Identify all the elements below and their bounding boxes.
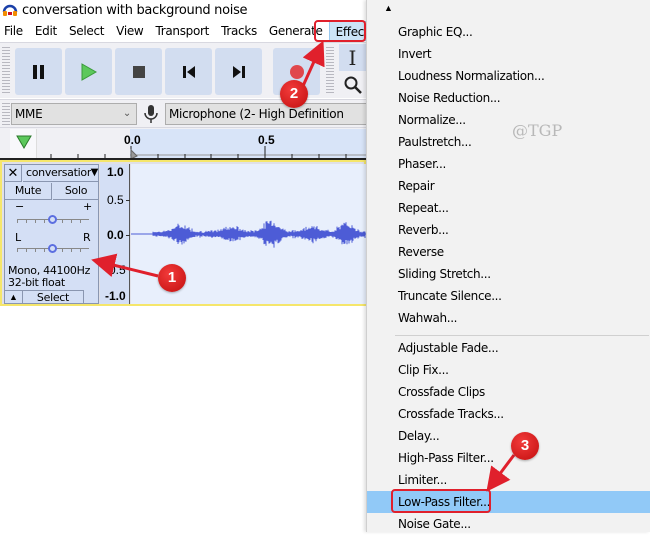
microphone-icon (143, 104, 159, 127)
menu-item-truncate-silence[interactable]: Truncate Silence... (367, 285, 650, 307)
step-3-badge: 3 (511, 432, 539, 460)
collapse-track-button[interactable]: ▲ (5, 290, 23, 304)
menu-item-limiter[interactable]: Limiter... (367, 469, 650, 491)
menu-item-crossfade-clips[interactable]: Crossfade Clips (367, 381, 650, 403)
recording-device-value: Microphone (2- High Definition (169, 107, 344, 121)
step-2-badge: 2 (280, 80, 308, 108)
timeline-ruler[interactable]: 0.0 0.5 (0, 127, 366, 160)
menu-item-normalize[interactable]: Normalize... (367, 109, 650, 131)
pan-right-label: R (83, 231, 91, 244)
menu-select[interactable]: Select (63, 21, 110, 41)
selection-tool-button[interactable]: I (339, 44, 366, 71)
menu-item-repeat[interactable]: Repeat... (367, 197, 650, 219)
menu-item-wahwah[interactable]: Wahwah... (367, 307, 650, 329)
gain-minus-label: − (15, 200, 24, 213)
pause-button[interactable] (15, 48, 62, 95)
track-name: conversation (26, 166, 94, 179)
recording-device-select[interactable]: Microphone (2- High Definition (165, 103, 366, 125)
audio-host-value: MME (15, 107, 43, 121)
play-button[interactable] (65, 48, 112, 95)
scale-label: -1.0 (105, 289, 126, 303)
step-1-badge: 1 (158, 264, 186, 292)
toolbar-grip[interactable] (2, 47, 10, 95)
menu-view[interactable]: View (110, 21, 149, 41)
stop-button[interactable] (115, 48, 162, 95)
skip-to-start-button[interactable] (165, 48, 212, 95)
menu-item-reverse[interactable]: Reverse (367, 241, 650, 263)
skip-to-end-button[interactable] (215, 48, 262, 95)
gain-plus-label: + (83, 200, 92, 213)
scale-label: 0.0 (107, 228, 124, 242)
solo-button[interactable]: Solo (53, 183, 99, 200)
menu-tracks[interactable]: Tracks (215, 21, 263, 41)
menu-item-adjustable-fade[interactable]: Adjustable Fade... (367, 337, 650, 359)
close-track-button[interactable]: ✕ (5, 165, 22, 182)
pause-icon (32, 64, 44, 79)
audacity-logo-icon (2, 3, 18, 17)
skip-to-end-icon (232, 65, 245, 78)
menu-item-graphic-eq[interactable]: Graphic EQ... (367, 21, 650, 43)
device-toolbar: MME ⌄ Microphone (2- High Definition (0, 99, 366, 127)
select-track-button[interactable]: Select (23, 290, 84, 304)
menu-item-paulstretch[interactable]: Paulstretch... (367, 131, 650, 153)
triangle-up-icon: ▲ (9, 292, 18, 302)
menu-item-high-pass-filter[interactable]: High-Pass Filter... (367, 447, 650, 469)
amplitude-ruler: 1.0 0.5 0.0 -0.5 -1.0 (100, 164, 130, 304)
menu-item-invert[interactable]: Invert (367, 43, 650, 65)
pan-slider-thumb[interactable] (48, 244, 57, 253)
menu-file[interactable]: File (0, 21, 29, 41)
selection-tool-icon: I (348, 45, 357, 70)
zoom-icon (344, 76, 362, 94)
scale-label: 1.0 (107, 165, 124, 179)
menu-item-crossfade-tracks[interactable]: Crossfade Tracks... (367, 403, 650, 425)
scale-label: -0.5 (105, 263, 126, 277)
triangle-down-icon: ▼ (90, 165, 98, 181)
device-toolbar-grip[interactable] (2, 103, 10, 125)
menu-item-delay[interactable]: Delay... (367, 425, 650, 447)
menu-item-clip-fix[interactable]: Clip Fix... (367, 359, 650, 381)
menu-item-noise-reduction[interactable]: Noise Reduction... (367, 87, 650, 109)
ruler-ticks (50, 146, 366, 160)
track-bit-depth-info: 32-bit float (8, 276, 65, 289)
menu-item-sliding-stretch[interactable]: Sliding Stretch... (367, 263, 650, 285)
track-name-menu[interactable]: conversation ▼ (23, 165, 99, 182)
low-pass-highlight-box (391, 489, 491, 513)
menu-bar: File Edit Select View Transport Tracks G… (0, 21, 376, 41)
stop-icon (132, 65, 145, 78)
mute-button[interactable]: Mute (5, 183, 52, 200)
menu-item-loudness-normalization[interactable]: Loudness Normalization... (367, 65, 650, 87)
menu-item-repair[interactable]: Repair (367, 175, 650, 197)
close-icon: ✕ (7, 165, 19, 180)
effect-menu-highlight-box (314, 20, 366, 42)
skip-to-start-icon (182, 65, 195, 78)
watermark: @TGP (512, 121, 563, 140)
menu-item-reverb[interactable]: Reverb... (367, 219, 650, 241)
play-icon (81, 62, 97, 81)
menu-scroll-up-arrow[interactable]: ▲ (384, 3, 393, 13)
chevron-down-icon: ⌄ (122, 108, 131, 119)
menu-edit[interactable]: Edit (29, 21, 63, 41)
menu-item-phaser[interactable]: Phaser... (367, 153, 650, 175)
audio-host-select[interactable]: MME ⌄ (11, 103, 137, 125)
zoom-tool-button[interactable] (339, 72, 366, 97)
tools-grip[interactable] (326, 47, 334, 95)
effect-menu: ▲ Graphic EQ... Invert Loudness Normalizat… (366, 0, 650, 532)
audacity-window: conversation with background noise File … (0, 0, 376, 532)
gain-slider[interactable] (17, 215, 89, 226)
gain-slider-thumb[interactable] (48, 215, 57, 224)
menu-transport[interactable]: Transport (149, 21, 215, 41)
pan-slider[interactable] (17, 244, 89, 255)
transport-toolbar: I (0, 42, 366, 98)
record-icon (289, 64, 304, 79)
menu-separator (395, 335, 649, 336)
window-title: conversation with background noise (22, 2, 248, 18)
title-bar: conversation with background noise (0, 0, 366, 20)
scale-label: 0.5 (107, 193, 124, 207)
pan-left-label: L (15, 231, 21, 244)
waveform-samples (152, 220, 366, 248)
track-control-panel: ✕ conversation ▼ Mute Solo − + L R Mono,… (4, 164, 99, 304)
